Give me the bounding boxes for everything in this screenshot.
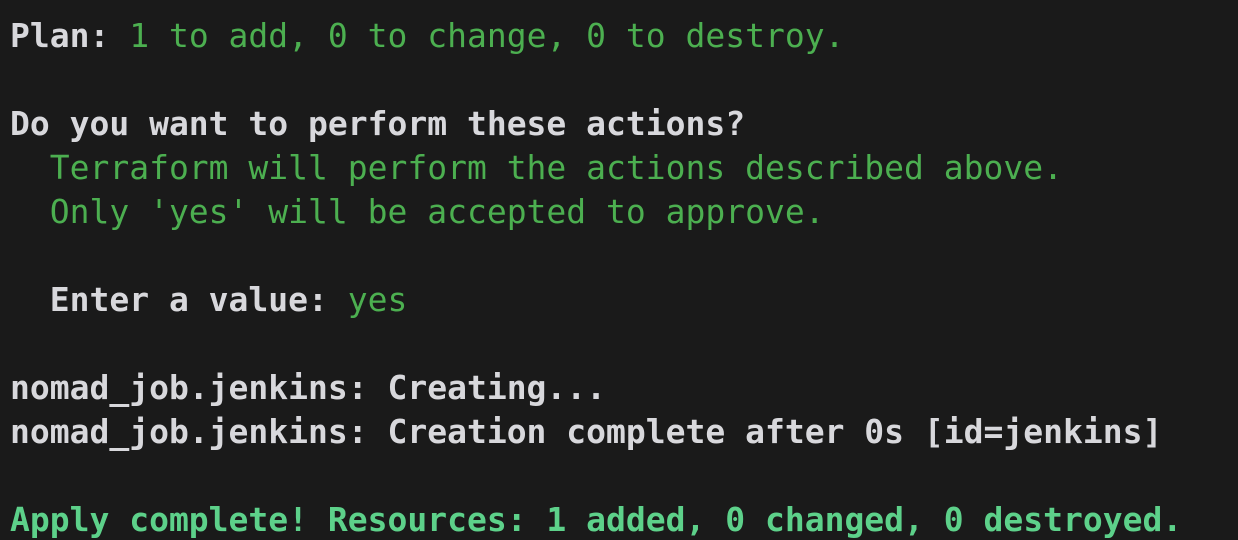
terminal-line-blank-4 [10, 454, 1238, 498]
terminal-line-apply-complete: Apply complete! Resources: 1 added, 0 ch… [10, 498, 1238, 540]
terminal-line-blank-3 [10, 322, 1238, 366]
terminal-line-enter-value: Enter a value: yes [10, 278, 1238, 322]
terminal-segment-plan-summary-1: 1 to add, 0 to change, 0 to destroy. [129, 16, 845, 55]
terminal-segment-confirm-desc-1-0: Terraform will perform the actions descr… [10, 148, 1063, 187]
terminal-window[interactable]: Plan: 1 to add, 0 to change, 0 to destro… [0, 0, 1238, 540]
terminal-segment-confirm-desc-2-0: Only 'yes' will be accepted to approve. [10, 192, 825, 231]
terminal-output: Plan: 1 to add, 0 to change, 0 to destro… [0, 0, 1238, 540]
terminal-line-resource-creating: nomad_job.jenkins: Creating... [10, 366, 1238, 410]
terminal-segment-apply-complete-0: Apply complete! Resources: 1 added, 0 ch… [10, 500, 1183, 539]
terminal-line-plan-summary: Plan: 1 to add, 0 to change, 0 to destro… [10, 14, 1238, 58]
terminal-segment-enter-value-0: Enter a value: [10, 280, 348, 319]
terminal-line-blank-1 [10, 58, 1238, 102]
terminal-segment-resource-created-0: nomad_job.jenkins: Creation complete aft… [10, 412, 1163, 451]
terminal-line-confirm-desc-1: Terraform will perform the actions descr… [10, 146, 1238, 190]
terminal-segment-confirm-prompt-0: Do you want to perform these actions? [10, 104, 746, 143]
terminal-segment-resource-creating-0: nomad_job.jenkins: Creating... [10, 368, 607, 407]
terminal-segment-plan-summary-0: Plan: [10, 16, 130, 55]
terminal-line-resource-created: nomad_job.jenkins: Creation complete aft… [10, 410, 1238, 454]
terminal-segment-enter-value-1: yes [347, 280, 408, 319]
terminal-line-confirm-desc-2: Only 'yes' will be accepted to approve. [10, 190, 1238, 234]
terminal-line-confirm-prompt: Do you want to perform these actions? [10, 102, 1238, 146]
terminal-line-blank-2 [10, 234, 1238, 278]
